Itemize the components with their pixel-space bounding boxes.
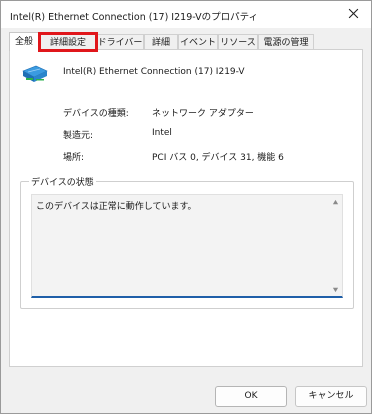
scroll-down-icon[interactable] [331, 285, 339, 293]
device-type-value: ネットワーク アダプター [152, 109, 254, 119]
tab-driver[interactable]: ドライバー [96, 34, 144, 50]
tab-power-management[interactable]: 電源の管理 [258, 34, 314, 50]
tab-label: 詳細設定 [49, 38, 86, 48]
tab-advanced[interactable]: 詳細設定 [38, 32, 98, 52]
device-name: Intel(R) Ethernet Connection (17) I219-V [63, 67, 245, 77]
tab-events[interactable]: イベント [178, 34, 218, 50]
title-bar: Intel(R) Ethernet Connection (17) I219-V… [1, 1, 371, 28]
tab-label: ドライバー [97, 38, 143, 48]
ok-button[interactable]: OK [215, 386, 287, 407]
tab-resources[interactable]: リソース [218, 34, 258, 50]
tab-strip: 全般 詳細設定 ドライバー 詳細 イベント リソース 電源の管理 [9, 32, 363, 52]
location-label: 場所: [63, 153, 85, 163]
manufacturer-label: 製造元: [63, 131, 94, 141]
general-tab-panel: Intel(R) Ethernet Connection (17) I219-V… [9, 49, 363, 367]
device-status-text: このデバイスは正常に動作しています。 [36, 202, 197, 212]
properties-dialog: Intel(R) Ethernet Connection (17) I219-V… [0, 0, 372, 414]
location-value: PCI バス 0, デバイス 31, 機能 6 [152, 153, 284, 163]
tab-label: 全般 [14, 37, 33, 47]
tab-label: リソース [220, 38, 256, 48]
device-status-textbox[interactable]: このデバイスは正常に動作しています。 [31, 194, 343, 298]
tab-label: イベント [179, 38, 216, 48]
manufacturer-value: Intel [152, 128, 172, 138]
network-adapter-icon [22, 64, 48, 86]
cancel-button[interactable]: キャンセル [295, 386, 367, 407]
tab-general[interactable]: 全般 [9, 32, 39, 51]
device-status-label: デバイスの状態 [29, 175, 96, 188]
close-button[interactable] [335, 1, 371, 28]
device-type-label: デバイスの種類: [63, 109, 129, 119]
scroll-up-icon[interactable] [331, 198, 339, 206]
tab-details[interactable]: 詳細 [144, 34, 178, 50]
tab-label: 電源の管理 [263, 38, 309, 48]
close-icon [348, 8, 359, 22]
window-title: Intel(R) Ethernet Connection (17) I219-V… [10, 12, 259, 23]
tab-label: 詳細 [151, 38, 170, 48]
device-status-group: デバイスの状態 このデバイスは正常に動作しています。 [20, 175, 354, 309]
